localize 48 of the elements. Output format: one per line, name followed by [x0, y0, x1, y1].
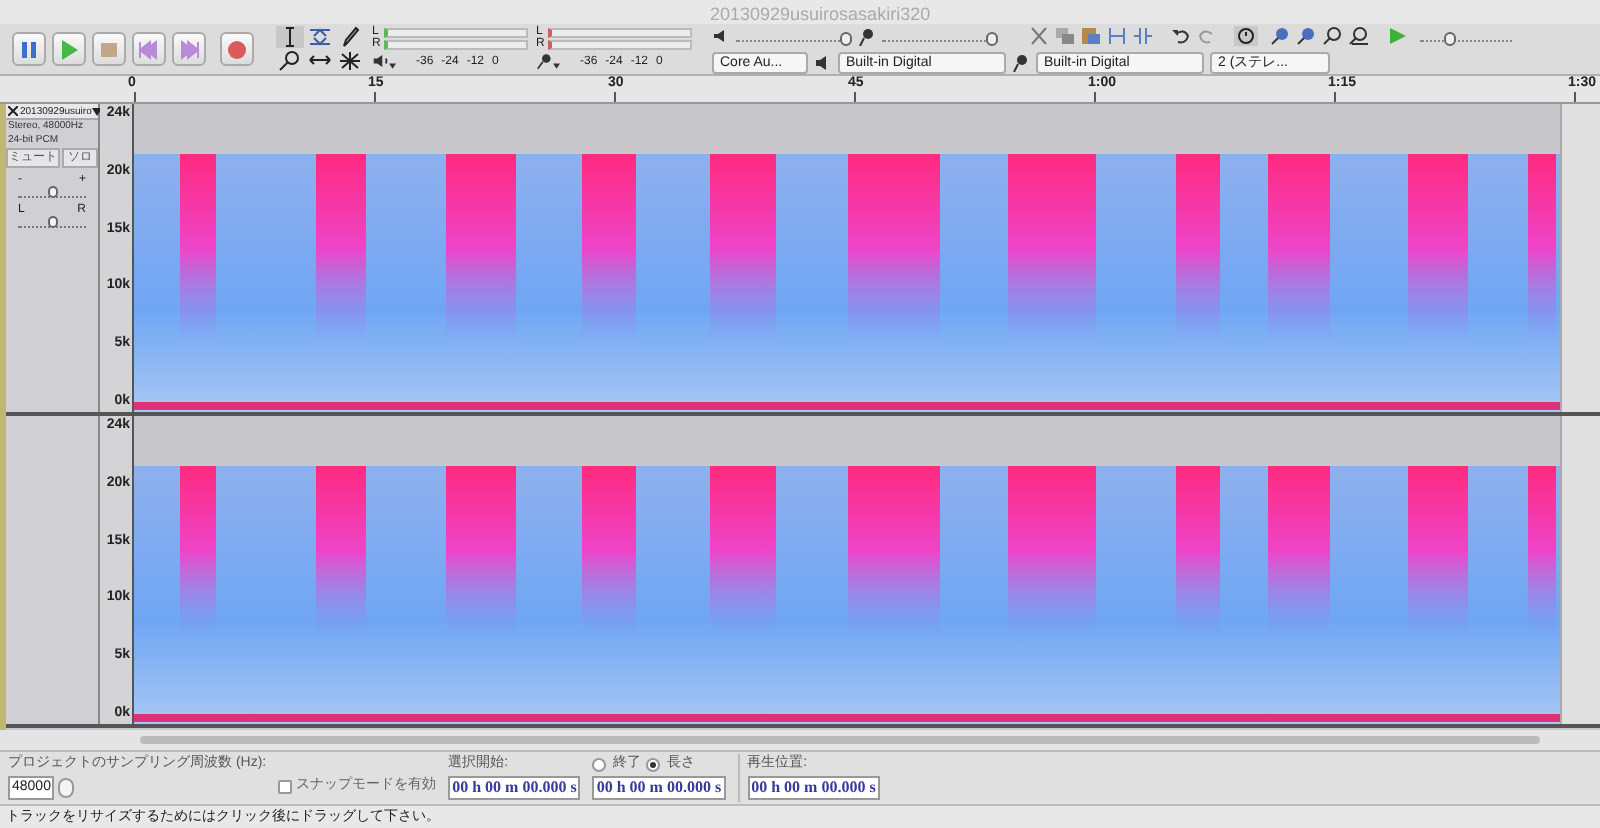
rate-stepper[interactable] — [58, 778, 75, 798]
slider-thumb[interactable] — [1444, 31, 1456, 45]
pan-slider[interactable] — [18, 216, 86, 228]
cut-icon[interactable] — [1028, 26, 1050, 46]
time-field[interactable]: 00 h 00 m 00.000 s — [448, 776, 581, 800]
record-icon — [222, 35, 252, 63]
time-field[interactable]: 00 h 00 m 00.000 s — [747, 776, 880, 800]
slider-thumb[interactable] — [840, 31, 852, 45]
vertical-scrollbar[interactable] — [1560, 416, 1600, 724]
speaker-icon[interactable] — [372, 52, 396, 70]
zoom-in-icon[interactable] — [1270, 26, 1292, 46]
pause-button[interactable] — [12, 32, 46, 66]
speaker-icon — [712, 28, 730, 44]
slider-thumb[interactable] — [986, 31, 998, 45]
playback-volume-slider[interactable] — [736, 31, 852, 41]
close-icon[interactable] — [8, 106, 18, 116]
zoom-out-icon[interactable] — [1296, 26, 1318, 46]
sync-lock-icon[interactable] — [1234, 26, 1258, 46]
scroll-thumb[interactable] — [140, 736, 1540, 744]
speaker-icon — [814, 53, 832, 71]
snap-checkbox[interactable] — [278, 779, 293, 793]
slider-thumb[interactable] — [47, 186, 57, 198]
undo-icon[interactable] — [1170, 26, 1192, 46]
silence-icon[interactable] — [1132, 26, 1154, 46]
envelope-tool-icon[interactable] — [306, 26, 334, 48]
microphone-icon — [858, 27, 876, 45]
fit-selection-icon[interactable] — [1322, 26, 1344, 46]
recording-volume-slider[interactable] — [882, 31, 998, 41]
multi-tool-icon[interactable] — [336, 50, 364, 72]
radio-button[interactable] — [592, 757, 607, 771]
trim-icon[interactable] — [1106, 26, 1128, 46]
window-title: 20130929usuirosasakiri320 — [710, 4, 931, 24]
selection-tool-icon[interactable] — [276, 26, 304, 48]
zoom-tool-icon[interactable] — [276, 50, 304, 72]
fit-project-icon[interactable] — [1348, 26, 1370, 46]
record-button[interactable] — [220, 32, 254, 66]
gain-slider[interactable] — [18, 186, 86, 198]
microphone-icon — [1012, 53, 1030, 71]
skip-to-end-button[interactable] — [172, 32, 206, 66]
paste-icon[interactable] — [1080, 26, 1102, 46]
time-field[interactable]: 00 h 00 m 00.000 s — [592, 776, 726, 800]
copy-icon[interactable] — [1054, 26, 1076, 46]
skip-to-start-button[interactable] — [132, 32, 166, 66]
microphone-icon[interactable] — [536, 52, 560, 70]
vertical-scrollbar[interactable] — [1560, 104, 1600, 412]
radio-button[interactable] — [646, 757, 661, 771]
play-speed-slider[interactable] — [1420, 31, 1512, 41]
slider-thumb[interactable] — [47, 216, 57, 228]
